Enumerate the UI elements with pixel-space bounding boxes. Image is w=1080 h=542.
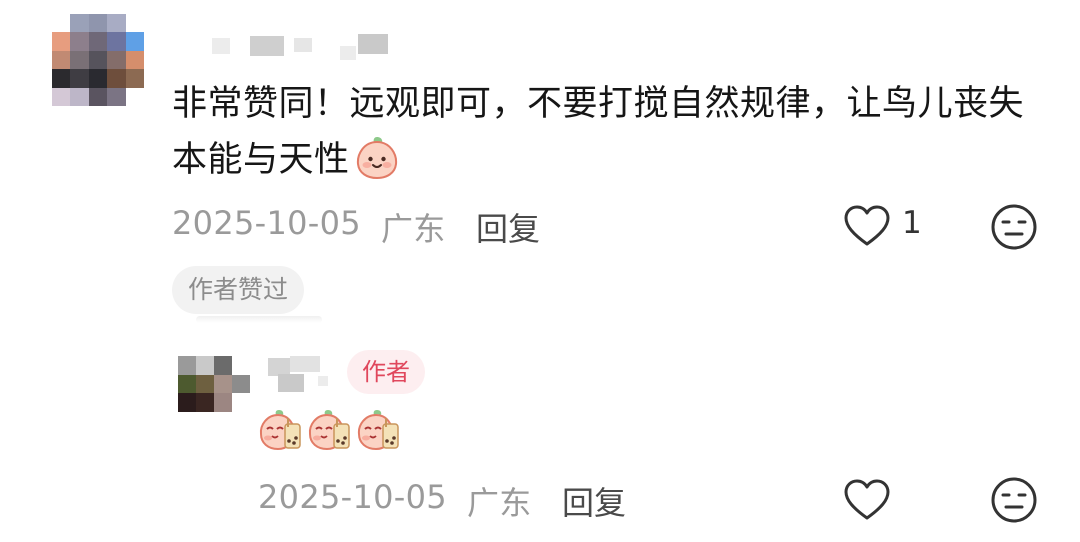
avatar-tile bbox=[107, 50, 126, 70]
reply-emoji-row bbox=[257, 408, 407, 458]
like-count: 1 bbox=[902, 205, 922, 241]
peach-bubble-tea-emoji-icon bbox=[355, 408, 403, 456]
reply-date: 2025-10-05 bbox=[258, 478, 447, 516]
avatar-tile bbox=[70, 87, 89, 106]
avatar-tile bbox=[52, 32, 71, 51]
avatar-tile bbox=[125, 32, 144, 51]
avatar-tile bbox=[52, 50, 71, 70]
comment-date: 2025-10-05 bbox=[172, 204, 361, 242]
avatar-tile bbox=[196, 356, 214, 375]
avatar-tile bbox=[125, 50, 144, 70]
avatar-tile bbox=[196, 374, 214, 394]
author-badge: 作者 bbox=[347, 350, 425, 394]
avatar-tile bbox=[178, 393, 196, 412]
peach-bubble-tea-emoji-icon bbox=[257, 408, 305, 456]
avatar-tile bbox=[52, 69, 71, 88]
avatar-tile bbox=[178, 374, 196, 394]
author-liked-badge: 作者赞过 bbox=[172, 266, 305, 314]
avatar-tile bbox=[196, 393, 214, 412]
avatar-tile bbox=[125, 69, 144, 88]
peach-bubble-tea-emoji-icon bbox=[306, 408, 354, 456]
reply-author-name-blurred[interactable] bbox=[268, 356, 338, 396]
avatar-tile bbox=[52, 87, 71, 106]
avatar-tile bbox=[214, 374, 232, 394]
avatar-tile bbox=[107, 32, 126, 51]
avatar-tile bbox=[107, 14, 126, 33]
avatar-tile bbox=[178, 356, 196, 375]
avatar-tile bbox=[125, 87, 144, 106]
reply-location: 广东 bbox=[467, 484, 532, 522]
reply-author-avatar[interactable] bbox=[178, 356, 250, 412]
divider-shadow bbox=[196, 316, 322, 323]
avatar-tile bbox=[88, 69, 108, 88]
like-heart-icon[interactable] bbox=[843, 204, 891, 248]
reply-reply-button[interactable]: 回复 bbox=[562, 478, 626, 524]
avatar-tile bbox=[88, 14, 108, 33]
avatar-tile bbox=[70, 50, 89, 70]
avatar-tile bbox=[232, 393, 250, 412]
comment-location: 广东 bbox=[381, 210, 446, 248]
avatar-tile bbox=[107, 87, 126, 106]
reply-button[interactable]: 回复 bbox=[476, 204, 540, 250]
reply-neutral-face-dislike-icon[interactable] bbox=[990, 476, 1038, 524]
avatar-tile bbox=[107, 69, 126, 88]
peach-smile-emoji-icon bbox=[354, 134, 400, 180]
avatar-tile bbox=[232, 356, 250, 375]
commenter-name-blurred[interactable] bbox=[212, 34, 402, 64]
avatar-tile bbox=[52, 14, 71, 33]
avatar-tile bbox=[232, 374, 250, 394]
avatar-tile bbox=[88, 50, 108, 70]
reply-like-heart-icon[interactable] bbox=[843, 478, 891, 522]
avatar-tile bbox=[70, 14, 89, 33]
avatar-tile bbox=[88, 87, 108, 106]
avatar-tile bbox=[88, 32, 108, 51]
avatar-tile bbox=[214, 393, 232, 412]
avatar-tile bbox=[125, 14, 144, 33]
comment-text: 非常赞同！远观即可，不要打搅自然规律，让鸟儿丧失本能与天性 bbox=[172, 84, 1025, 180]
avatar-tile bbox=[70, 32, 89, 51]
avatar-tile bbox=[70, 69, 89, 88]
neutral-face-dislike-icon[interactable] bbox=[990, 203, 1038, 251]
comment-body: 非常赞同！远观即可，不要打搅自然规律，让鸟儿丧失本能与天性 bbox=[172, 76, 1052, 188]
commenter-avatar[interactable] bbox=[52, 14, 144, 106]
avatar-tile bbox=[214, 356, 232, 375]
